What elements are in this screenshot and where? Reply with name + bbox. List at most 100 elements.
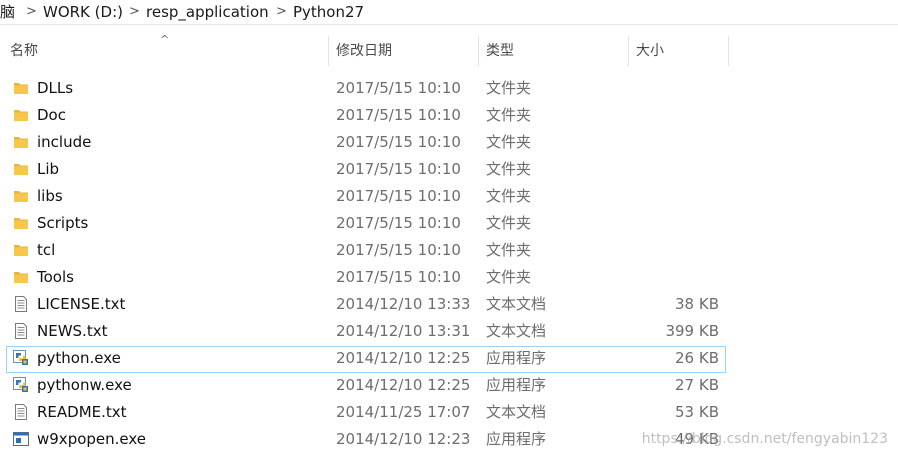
file-row[interactable]: Doc 2017/5/15 10:10 文件夹 xyxy=(0,102,898,129)
file-row[interactable]: Scripts 2017/5/15 10:10 文件夹 xyxy=(0,210,898,237)
file-date-modified: 2017/5/15 10:10 xyxy=(336,133,461,151)
file-date-modified: 2014/11/25 17:07 xyxy=(336,403,471,421)
file-row[interactable]: python.exe 2014/12/10 12:25 应用程序 26 KB xyxy=(0,345,898,373)
app-window-icon xyxy=(13,431,29,447)
breadcrumb-chevron-icon[interactable]: > xyxy=(129,2,140,22)
breadcrumb: 脑 > WORK (D:) > resp_application > Pytho… xyxy=(0,0,898,25)
column-header-date[interactable]: 修改日期 xyxy=(336,34,392,68)
file-size: 38 KB xyxy=(675,295,719,313)
file-name: tcl xyxy=(37,241,56,259)
file-size xyxy=(630,156,719,183)
folder-icon xyxy=(13,107,29,123)
file-size xyxy=(630,129,719,156)
breadcrumb-item-work-drive[interactable]: WORK (D:) xyxy=(43,2,123,22)
folder-icon xyxy=(13,161,29,177)
file-type: 应用程序 xyxy=(486,430,547,448)
file-date-modified: 2017/5/15 10:10 xyxy=(336,241,461,259)
folder-icon xyxy=(13,242,29,258)
file-type: 文本文档 xyxy=(486,295,547,313)
file-row[interactable]: DLLs 2017/5/15 10:10 文件夹 xyxy=(0,75,898,102)
file-type: 文件夹 xyxy=(486,187,532,205)
folder-icon xyxy=(13,80,29,96)
breadcrumb-item-this-pc[interactable]: 脑 xyxy=(0,2,15,22)
file-type: 文本文档 xyxy=(486,322,547,340)
file-type: 文件夹 xyxy=(486,133,532,151)
column-header-type[interactable]: 类型 xyxy=(486,34,514,68)
file-size xyxy=(630,210,719,237)
file-name: include xyxy=(37,133,92,151)
folder-icon xyxy=(13,269,29,285)
python-icon xyxy=(13,350,29,366)
file-name: Lib xyxy=(37,160,60,178)
file-type: 文件夹 xyxy=(486,79,532,97)
file-date-modified: 2017/5/15 10:10 xyxy=(336,160,461,178)
file-name: DLLs xyxy=(37,79,74,97)
file-type: 应用程序 xyxy=(486,376,547,394)
file-name: Tools xyxy=(37,268,74,286)
file-name: NEWS.txt xyxy=(37,322,108,340)
file-type: 文本文档 xyxy=(486,403,547,421)
text-file-icon xyxy=(13,404,29,420)
text-file-icon xyxy=(13,296,29,312)
file-date-modified: 2014/12/10 12:25 xyxy=(336,376,471,394)
column-header-size[interactable]: 大小 xyxy=(636,34,664,68)
column-header-name[interactable]: 名称 xyxy=(10,34,38,68)
file-row[interactable]: Tools 2017/5/15 10:10 文件夹 xyxy=(0,264,898,291)
file-type: 文件夹 xyxy=(486,160,532,178)
file-date-modified: 2017/5/15 10:10 xyxy=(336,106,461,124)
folder-icon xyxy=(13,215,29,231)
file-name: python.exe xyxy=(37,349,121,367)
file-size xyxy=(630,75,719,102)
file-name: libs xyxy=(37,187,63,205)
file-date-modified: 2014/12/10 12:25 xyxy=(336,349,471,367)
file-type: 文件夹 xyxy=(486,106,532,124)
file-name: README.txt xyxy=(37,403,127,421)
file-name: Doc xyxy=(37,106,66,124)
file-name: Scripts xyxy=(37,214,89,232)
file-list: DLLs 2017/5/15 10:10 文件夹 Doc 2017/5/15 10:10… xyxy=(0,75,898,453)
file-size xyxy=(630,237,719,264)
file-row[interactable]: pythonw.exe 2014/12/10 12:25 应用程序 27 KB xyxy=(0,372,898,399)
file-size: 399 KB xyxy=(665,322,719,340)
file-row[interactable]: LICENSE.txt 2014/12/10 13:33 文本文档 38 KB xyxy=(0,291,898,318)
file-size xyxy=(630,102,719,129)
column-header-bar: ^ 名称 修改日期 类型 大小 xyxy=(0,34,898,68)
file-date-modified: 2014/12/10 12:23 xyxy=(336,430,471,448)
file-date-modified: 2014/12/10 13:31 xyxy=(336,322,471,340)
breadcrumb-item-python27[interactable]: Python27 xyxy=(293,2,364,22)
file-row[interactable]: libs 2017/5/15 10:10 文件夹 xyxy=(0,183,898,210)
breadcrumb-chevron-icon[interactable]: > xyxy=(276,2,287,22)
file-name: LICENSE.txt xyxy=(37,295,126,313)
file-date-modified: 2017/5/15 10:10 xyxy=(336,79,461,97)
column-divider[interactable] xyxy=(478,36,479,66)
file-date-modified: 2017/5/15 10:10 xyxy=(336,187,461,205)
file-name: w9xpopen.exe xyxy=(37,430,147,448)
file-size xyxy=(630,264,719,291)
file-date-modified: 2017/5/15 10:10 xyxy=(336,268,461,286)
file-row[interactable]: README.txt 2014/11/25 17:07 文本文档 53 KB xyxy=(0,399,898,426)
sort-ascending-icon: ^ xyxy=(160,33,170,46)
file-size: 27 KB xyxy=(675,376,719,394)
file-date-modified: 2017/5/15 10:10 xyxy=(336,214,461,232)
folder-icon xyxy=(13,134,29,150)
file-row[interactable]: tcl 2017/5/15 10:10 文件夹 xyxy=(0,237,898,264)
python-icon xyxy=(13,377,29,393)
column-divider[interactable] xyxy=(328,36,329,66)
file-size xyxy=(630,183,719,210)
file-type: 文件夹 xyxy=(486,268,532,286)
file-row[interactable]: Lib 2017/5/15 10:10 文件夹 xyxy=(0,156,898,183)
column-divider[interactable] xyxy=(728,36,729,66)
file-row[interactable]: NEWS.txt 2014/12/10 13:31 文本文档 399 KB xyxy=(0,318,898,345)
breadcrumb-item-resp-application[interactable]: resp_application xyxy=(146,2,269,22)
column-divider[interactable] xyxy=(628,36,629,66)
file-row[interactable]: include 2017/5/15 10:10 文件夹 xyxy=(0,129,898,156)
file-type: 文件夹 xyxy=(486,214,532,232)
file-type: 应用程序 xyxy=(486,349,547,367)
breadcrumb-chevron-icon[interactable]: > xyxy=(26,2,37,22)
watermark: https://blog.csdn.net/fengyabin123 xyxy=(641,431,888,447)
file-type: 文件夹 xyxy=(486,241,532,259)
file-date-modified: 2014/12/10 13:33 xyxy=(336,295,471,313)
file-name: pythonw.exe xyxy=(37,376,132,394)
folder-icon xyxy=(13,188,29,204)
text-file-icon xyxy=(13,323,29,339)
